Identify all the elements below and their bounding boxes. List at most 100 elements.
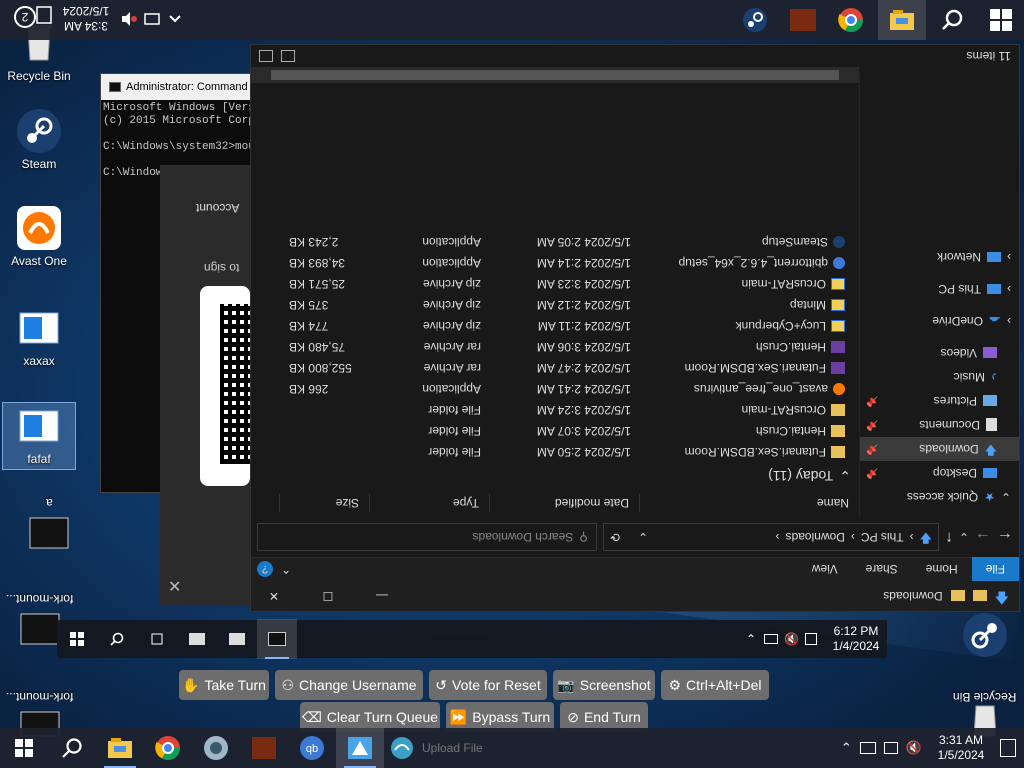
nav-item-documents[interactable]: Documents 📌	[860, 413, 1019, 437]
vote-reset-button[interactable]: ↺ Vote for Reset	[429, 670, 547, 700]
flipped-clock[interactable]: 3:34 AM 1/5/2024	[58, 3, 114, 33]
table-row[interactable]: OrcusRAT-main 1/5/2024 3:24 AM File folder	[251, 400, 859, 421]
search-box[interactable]: ⚲ Search Downloads	[257, 523, 597, 551]
tab-share[interactable]: Share	[852, 558, 912, 582]
tray-network-icon[interactable]	[859, 742, 876, 754]
close-icon[interactable]: ✕	[168, 577, 181, 597]
volume-muted-icon[interactable]	[120, 11, 138, 30]
vm-task-view-icon[interactable]	[137, 619, 177, 659]
taskbar-qbittorrent-button[interactable]: qb	[288, 728, 336, 768]
clock[interactable]: 3:31 AM 1/5/2024	[930, 733, 992, 763]
taskbar-game-button[interactable]	[240, 728, 288, 768]
network-icon[interactable]	[144, 11, 162, 30]
taskbar-file-explorer-button[interactable]	[878, 0, 926, 40]
tab-home[interactable]: Home	[912, 558, 972, 582]
notification-icon[interactable]	[1000, 739, 1016, 757]
table-row[interactable]: Hentai.Crush 1/5/2024 3:06 AM rar Archive 7…	[251, 337, 859, 358]
nav-item-onedrive[interactable]: › ☁ OneDrive	[860, 309, 1019, 333]
notification-badge[interactable]: 2	[14, 6, 36, 28]
taskbar-app-button[interactable]	[192, 728, 240, 768]
minimize-button[interactable]: —	[359, 589, 405, 603]
desktop-icon-a[interactable]: a	[12, 496, 86, 563]
game-icon[interactable]	[790, 9, 816, 31]
vm-network-icon[interactable]	[764, 634, 779, 644]
maximize-button[interactable]: ☐	[305, 589, 351, 603]
nav-item-quick-access[interactable]: ⌄ ★ Quick access	[860, 485, 1019, 509]
desktop-icon-fafaf[interactable]: fafaf	[2, 402, 76, 470]
vm-tray-chevron-icon[interactable]: ⌃	[746, 632, 756, 646]
column-size[interactable]: Size	[279, 494, 369, 512]
nav-item-downloads[interactable]: 🡇 Downloads 📌	[860, 437, 1019, 461]
chevron-up-icon[interactable]: ⌃	[273, 563, 299, 577]
nav-item-pictures[interactable]: Pictures 📌	[860, 389, 1019, 413]
vm-notification-icon[interactable]	[805, 633, 817, 645]
vm-app-icon[interactable]	[217, 619, 257, 659]
windows-start-icon[interactable]	[980, 6, 1020, 34]
table-row[interactable]: OrcusRAT-main 1/5/2024 3:23 AM zip Archive…	[251, 274, 859, 295]
up-arrow-icon[interactable]: ↑	[945, 528, 953, 546]
table-row[interactable]: Futanari.Sex.BDSM.Room 1/5/2024 2:47 AM ra…	[251, 358, 859, 379]
table-row[interactable]: Hentai.Crush 1/5/2024 3:07 AM File folder	[251, 421, 859, 442]
nav-item-this-pc[interactable]: › This PC	[860, 277, 1019, 301]
vm-app-icon[interactable]	[177, 619, 217, 659]
nav-item-desktop[interactable]: Desktop 📌	[860, 461, 1019, 485]
details-view-icon[interactable]	[281, 50, 295, 62]
desktop-icon-steam[interactable]: Steam	[2, 108, 76, 171]
vm-clock[interactable]: 6:12 PM 1/4/2024	[825, 624, 887, 654]
group-header-today[interactable]: ⌄ Today (11)	[251, 463, 859, 489]
table-row[interactable]: SteamSetup 1/5/2024 2:05 AM Application 2,2…	[251, 232, 859, 253]
search-button[interactable]	[48, 728, 96, 768]
action-center-icon[interactable]	[36, 6, 52, 29]
breadcrumb-this-pc[interactable]: This PC	[861, 530, 904, 544]
address-dropdown-icon[interactable]: ⌄	[638, 530, 648, 544]
change-username-button[interactable]: ⚇ Change Username	[275, 670, 423, 700]
table-row[interactable]: Futanari.Sex.BDSM.Room 1/5/2024 2:50 AM Fi…	[251, 442, 859, 463]
taskbar-chrome-button[interactable]	[144, 728, 192, 768]
nav-item-videos[interactable]: Videos	[860, 341, 1019, 365]
ctrl-alt-del-button[interactable]: ⚙ Ctrl+Alt+Del	[661, 670, 769, 700]
file-explorer-window[interactable]: 🡅 Downloads — ☐ ✕ File Home Share View ⌃…	[250, 44, 1020, 612]
back-arrow-icon[interactable]: ←	[997, 528, 1013, 546]
table-row[interactable]: Lucy+Cyberpunk 1/5/2024 2:11 AM zip Archiv…	[251, 316, 859, 337]
start-button[interactable]	[0, 728, 48, 768]
up-arrow-icon[interactable]: 🡅	[995, 584, 1009, 608]
tray-volume-muted-icon[interactable]: 🔇	[906, 740, 922, 756]
column-type[interactable]: Type	[369, 494, 489, 512]
column-date-modified[interactable]: Date modified	[489, 494, 639, 512]
vm-search-icon[interactable]	[97, 619, 137, 659]
desktop-icon-xaxax[interactable]: xaxax	[2, 305, 76, 368]
recent-chevron-icon[interactable]: ⌄	[959, 530, 969, 544]
steam-taskbar-icon[interactable]	[742, 7, 768, 36]
tray-chevron-icon[interactable]: ⌃	[841, 740, 852, 756]
desktop-icon-steam-flipped[interactable]	[948, 612, 1022, 661]
table-row[interactable]: Mintap 1/5/2024 2:12 AM zip Archive 375 KB	[251, 295, 859, 316]
breadcrumb-downloads[interactable]: Downloads	[786, 530, 845, 544]
help-icon[interactable]: ?	[257, 561, 273, 578]
table-row[interactable]: qbittorrent_4.6.2_x64_setup 1/5/2024 2:14…	[251, 253, 859, 274]
forward-arrow-icon[interactable]: →	[975, 528, 991, 546]
tab-view[interactable]: View	[798, 558, 852, 582]
table-row[interactable]: avast_one_free_antivirus 1/5/2024 2:41 AM…	[251, 379, 859, 400]
take-turn-button[interactable]: ✋ Take Turn	[179, 670, 269, 700]
taskbar-upload-file-button[interactable]: Upload File	[384, 728, 494, 768]
taskbar-active-app-button[interactable]	[336, 728, 384, 768]
chrome-icon[interactable]	[838, 7, 864, 36]
refresh-icon[interactable]: ⟳	[610, 530, 632, 544]
tray-display-icon[interactable]	[883, 742, 898, 754]
taskbar-file-explorer-button[interactable]	[96, 728, 144, 768]
vm-volume-muted-icon[interactable]: 🔇	[784, 632, 799, 646]
close-button[interactable]: ✕	[251, 589, 297, 603]
vm-cmd-taskbar-icon[interactable]	[257, 619, 297, 659]
explorer-titlebar[interactable]: 🡅 Downloads — ☐ ✕	[251, 581, 1019, 611]
nav-item-music[interactable]: ♪ Music	[860, 365, 1019, 389]
large-icons-view-icon[interactable]	[259, 50, 273, 62]
horizontal-scrollbar[interactable]	[251, 67, 859, 83]
chevron-icon[interactable]	[168, 12, 182, 29]
vm-start-icon[interactable]	[57, 619, 97, 659]
tab-file[interactable]: File	[971, 557, 1019, 582]
screenshot-button[interactable]: 📷 Screenshot	[553, 670, 655, 700]
nav-item-network[interactable]: › Network	[860, 245, 1019, 269]
desktop-icon-avast-one[interactable]: Avast One	[2, 205, 76, 268]
address-bar[interactable]: 🡇 › This PC › Downloads › ⌄ ⟳	[603, 523, 939, 551]
column-name[interactable]: Name	[639, 494, 859, 512]
